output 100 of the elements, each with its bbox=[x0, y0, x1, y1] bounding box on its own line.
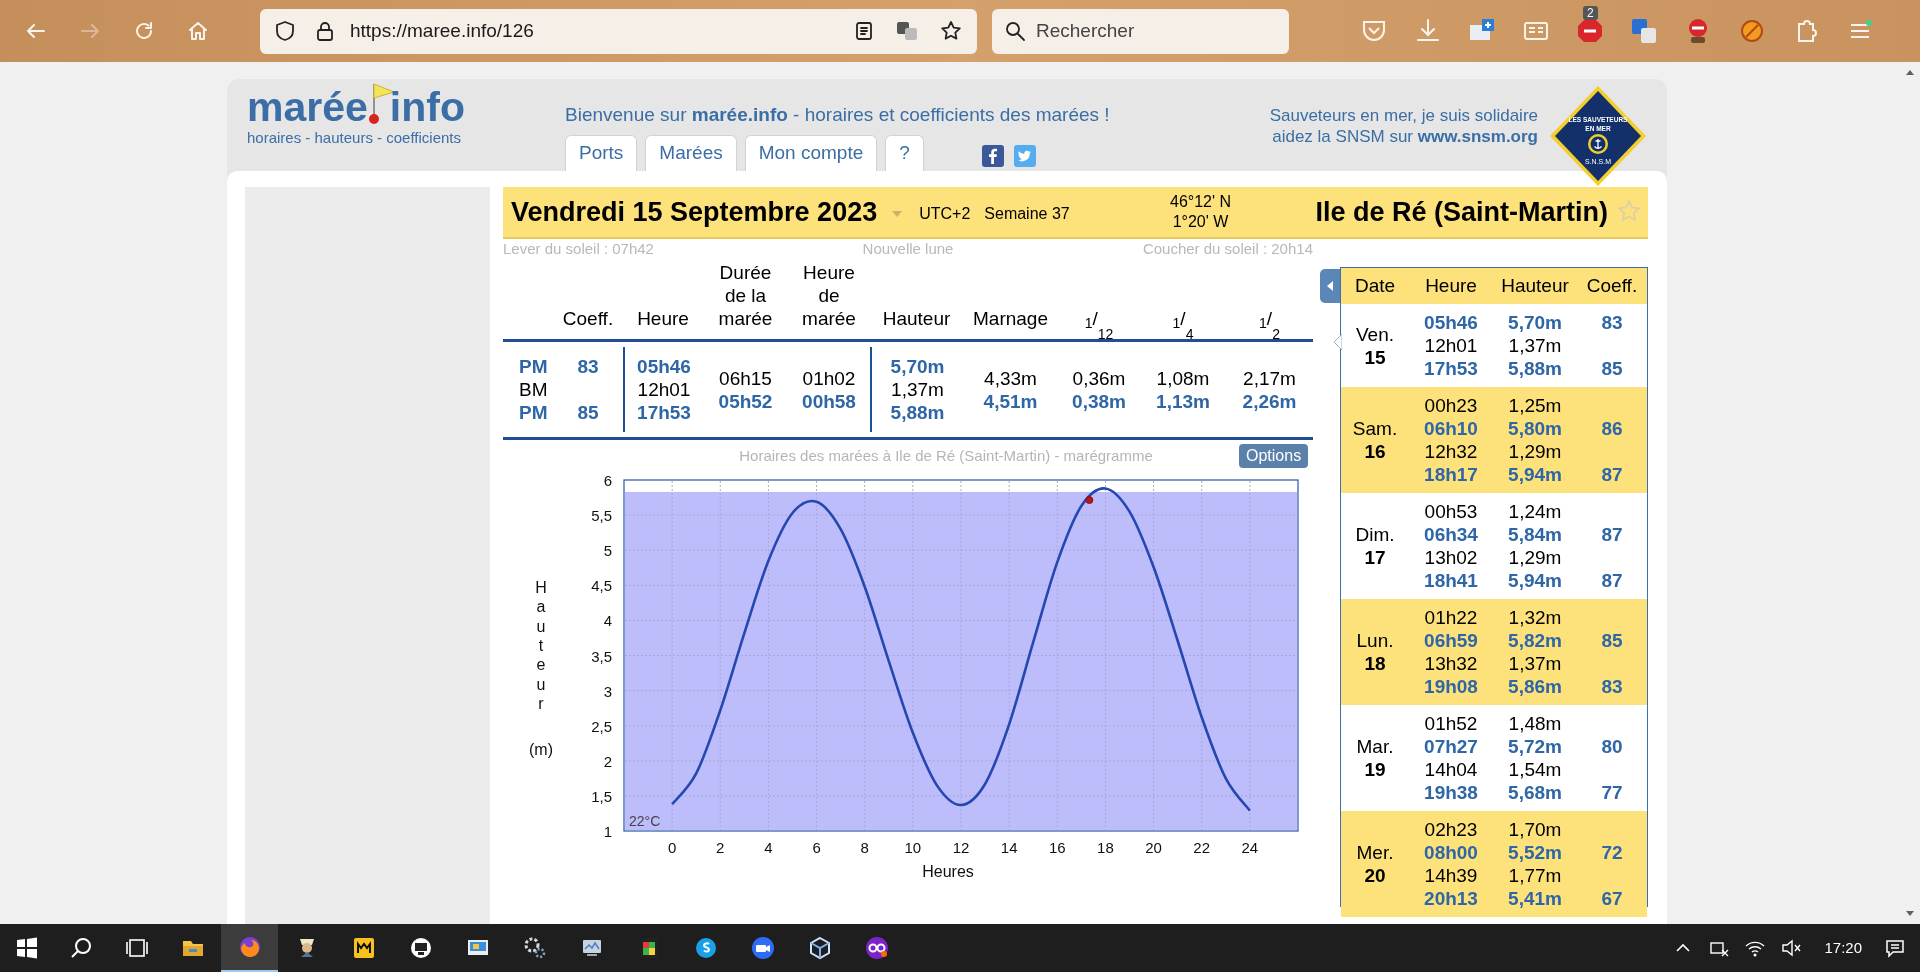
tide-time: 13h32 bbox=[1423, 652, 1479, 675]
nav-tab[interactable]: ? bbox=[885, 135, 924, 171]
day-number: 18 bbox=[1364, 652, 1386, 675]
y-tick-label: 1 bbox=[603, 823, 612, 840]
tide-height: 1,37m bbox=[891, 378, 944, 401]
search-field[interactable]: Rechercher bbox=[992, 8, 1289, 54]
logo-text: marée bbox=[247, 85, 368, 129]
day-group[interactable]: Sam. 16 00h23 1,25m 06h10 5,80m 86 12h32 1,29m 18h17 5,94m 87 bbox=[1341, 387, 1647, 493]
facebook-icon[interactable] bbox=[981, 145, 1004, 167]
tide-coefficient: 80 bbox=[1600, 735, 1624, 758]
weekday-text: Lun. bbox=[1356, 629, 1394, 652]
reader-view-icon[interactable] bbox=[853, 20, 875, 42]
day-number: 16 bbox=[1364, 440, 1386, 463]
tide-height: 1,48m bbox=[1507, 712, 1563, 735]
star-icon[interactable] bbox=[939, 19, 963, 43]
tide-time: 19h38 bbox=[1423, 781, 1479, 804]
tide-height: 5,52m bbox=[1507, 841, 1563, 864]
logo-tagline: horaires - hauteurs - coefficients bbox=[247, 129, 462, 147]
tide-hour: 00h58 bbox=[802, 389, 856, 413]
shield-icon[interactable] bbox=[274, 20, 296, 42]
tide-time: 14h39 bbox=[1423, 864, 1479, 887]
tide-time: 06h59 bbox=[1423, 629, 1479, 652]
address-bar[interactable]: https://maree.info/126 bbox=[260, 8, 977, 54]
tide-time: 05h46 bbox=[1423, 311, 1479, 334]
y-tick-label: 3,5 bbox=[591, 647, 612, 665]
windows-logo-icon[interactable] bbox=[14, 935, 40, 961]
quarter-value: 1,13m bbox=[1156, 389, 1210, 413]
tide-time: 00h53 bbox=[1423, 500, 1479, 523]
tidal-range: 4,51m bbox=[983, 389, 1038, 413]
tide-height: 1,70m bbox=[1507, 818, 1563, 841]
tide-time: 17h53 bbox=[1423, 357, 1479, 380]
y-tick-label: 2,5 bbox=[591, 717, 612, 735]
column-header: Hauteur bbox=[1500, 273, 1570, 298]
tide-time: 01h52 bbox=[1423, 712, 1479, 735]
tide-time: 01h22 bbox=[1423, 606, 1479, 629]
tide-time: 12h01 bbox=[1423, 334, 1479, 357]
tide-coefficient: 72 bbox=[1600, 841, 1624, 864]
x-tick-label: 22 bbox=[1193, 839, 1211, 856]
caret-left-icon bbox=[1326, 280, 1334, 292]
latitude-text: 46°12' N bbox=[1170, 192, 1232, 212]
options-button[interactable]: Options bbox=[1239, 444, 1309, 468]
y-tick-label: 5 bbox=[603, 542, 612, 560]
tide-height: 1,37m bbox=[1507, 334, 1563, 357]
chart-title: Horaires des marées à Ile de Ré (Saint-Martin) - marégramme bbox=[738, 445, 1154, 466]
search-icon[interactable] bbox=[1004, 20, 1026, 42]
temperature-text: 22°C bbox=[629, 813, 661, 829]
x-tick-label: 8 bbox=[860, 839, 869, 856]
tide-height: 5,82m bbox=[1507, 629, 1563, 652]
y-tick-label: 4,5 bbox=[591, 577, 612, 595]
mask-icon[interactable] bbox=[863, 935, 890, 961]
tide-height: 1,29m bbox=[1507, 440, 1563, 463]
tide-coefficient: 85 bbox=[1600, 629, 1624, 652]
timezone-text: UTC+2 bbox=[919, 204, 971, 224]
tide-duration: 06h15 bbox=[719, 366, 772, 390]
tide-height: 5,88m bbox=[1507, 357, 1563, 380]
tide-height: 1,24m bbox=[1507, 500, 1563, 523]
twelfth-value: 0,36m bbox=[1072, 366, 1126, 390]
day-group[interactable]: Mer. 20 02h23 1,70m 08h00 5,52m 72 14h39 1,77m 20h13 5,41m 67 bbox=[1341, 811, 1647, 917]
y-axis-label: Hauteur (m) bbox=[529, 579, 553, 759]
day-number: 17 bbox=[1364, 546, 1386, 569]
day-number: 19 bbox=[1364, 758, 1386, 781]
nav-tab[interactable]: Marées bbox=[645, 135, 737, 171]
lock-icon[interactable] bbox=[314, 20, 336, 42]
nav-tab[interactable]: Mon compte bbox=[744, 135, 878, 171]
moon-phase-text: Nouvelle lune bbox=[861, 239, 955, 259]
tide-type: PM bbox=[519, 355, 548, 378]
tide-height: 1,37m bbox=[1507, 652, 1563, 675]
scroll-down-icon[interactable] bbox=[1905, 910, 1915, 918]
x-tick-label: 0 bbox=[667, 839, 677, 856]
tide-height: 5,86m bbox=[1507, 675, 1563, 698]
collapse-button[interactable] bbox=[1320, 269, 1340, 303]
tide-height: 5,84m bbox=[1507, 523, 1563, 546]
y-tick-label: 4 bbox=[603, 612, 612, 630]
column-header: Heure bbox=[636, 307, 690, 331]
notification-icon[interactable] bbox=[1884, 937, 1906, 959]
tide-height: 1,25m bbox=[1507, 394, 1563, 417]
y-tick-label: 2 bbox=[603, 752, 612, 770]
nav-tab[interactable]: Ports bbox=[565, 135, 638, 171]
tide-height: 5,94m bbox=[1507, 463, 1563, 486]
scroll-up-icon[interactable] bbox=[1905, 68, 1915, 76]
twelfth-value: 0,38m bbox=[1072, 389, 1126, 413]
tide-coefficient: 85 bbox=[577, 401, 599, 424]
tide-time: 00h23 bbox=[1423, 394, 1479, 417]
column-header: Coeff. bbox=[561, 307, 615, 331]
y-tick-label: 1,5 bbox=[591, 787, 612, 805]
x-tick-label: 6 bbox=[812, 839, 821, 856]
x-tick-label: 14 bbox=[1000, 839, 1018, 856]
day-group[interactable]: Lun. 18 01h22 1,32m 06h59 5,82m 85 13h32 1,37m 19h08 5,86m 83 bbox=[1341, 599, 1647, 705]
video-call-icon[interactable] bbox=[749, 935, 776, 961]
tide-time: 06h34 bbox=[1423, 523, 1479, 546]
tide-height: 5,70m bbox=[890, 355, 945, 378]
tide-type: BM bbox=[519, 378, 548, 401]
tide-time: 02h23 bbox=[1423, 818, 1479, 841]
url-text: https://maree.info/126 bbox=[350, 18, 534, 43]
weekday-text: Sam. bbox=[1352, 417, 1398, 440]
tide-height: 5,41m bbox=[1507, 887, 1563, 910]
sunset-text: Coucher du soleil : 20h14 bbox=[1141, 239, 1313, 259]
day-number: 15 bbox=[1364, 345, 1386, 369]
half-value: 2,26m bbox=[1242, 389, 1297, 413]
volume-muted-icon[interactable] bbox=[1780, 937, 1803, 959]
